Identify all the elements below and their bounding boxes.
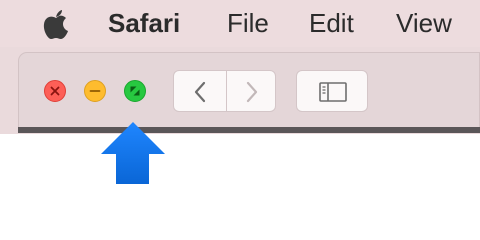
chevron-right-icon	[246, 81, 258, 103]
menu-bar: Safari File Edit View	[0, 0, 480, 47]
close-button[interactable]	[44, 80, 66, 102]
arrow-up-icon	[101, 122, 165, 184]
forward-button[interactable]	[226, 70, 276, 112]
fullscreen-button[interactable]	[124, 80, 146, 102]
menu-file[interactable]: File	[227, 0, 269, 47]
apple-logo-icon[interactable]	[41, 8, 71, 40]
minimize-button[interactable]	[84, 80, 106, 102]
sidebar-icon	[319, 82, 347, 102]
back-button[interactable]	[173, 70, 227, 112]
chevron-left-icon	[194, 81, 206, 103]
menu-view[interactable]: View	[396, 0, 452, 47]
close-icon	[50, 86, 60, 96]
menu-app-name[interactable]: Safari	[108, 0, 180, 47]
fullscreen-icon	[130, 86, 140, 96]
minimize-icon	[89, 90, 101, 92]
show-sidebar-button[interactable]	[296, 70, 368, 112]
content-edge	[18, 127, 480, 133]
menu-edit[interactable]: Edit	[309, 0, 354, 47]
